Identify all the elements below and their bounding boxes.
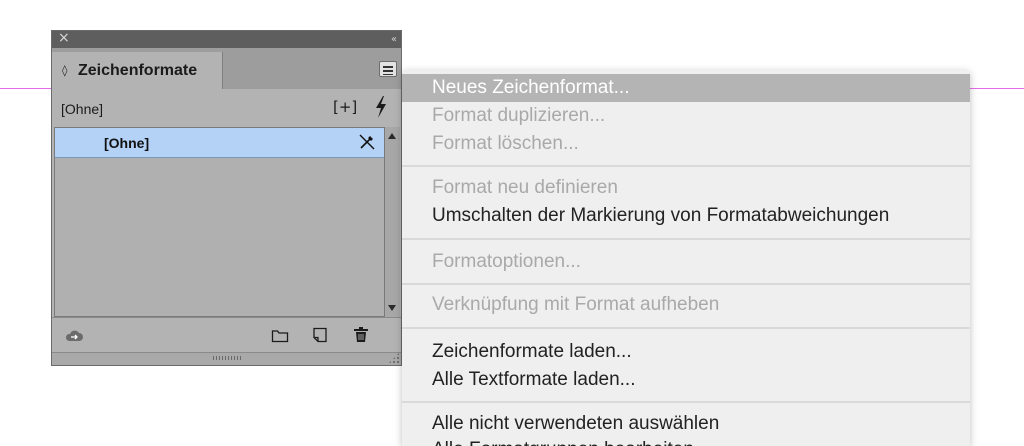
collapse-icon[interactable]: ‹‹ [391,31,397,48]
panel-tabbar: ◊ Zeichenformate [52,48,401,89]
add-to-group-icon[interactable]: [+] [333,98,357,116]
menu-separator [402,283,970,285]
menu-item-delete-style[interactable]: Format löschen... [402,130,970,158]
tab-label: Zeichenformate [78,62,198,79]
folder-icon[interactable] [271,328,289,343]
menu-item-new-character-style[interactable]: Neues Zeichenformat... [402,74,970,102]
menu-separator [402,327,970,329]
menu-item-style-options[interactable]: Formatoptionen... [402,248,970,276]
scroll-down-arrow-icon[interactable] [388,305,396,311]
panel-footer [52,317,401,353]
cloud-sync-icon[interactable] [64,329,84,343]
menu-item-select-all-unused[interactable]: Alle nicht verwendeten auswählen [402,410,970,438]
menu-item-load-character-styles[interactable]: Zeichenformate laden... [402,338,970,366]
panel-menu-button[interactable] [379,61,397,77]
guide-line-right [970,88,1024,89]
character-styles-panel: × ‹‹ ◊ Zeichenformate [Ohne] [+] [Ohne] [51,30,402,366]
trash-icon[interactable] [353,326,369,343]
menu-item-break-link[interactable]: Verknüpfung mit Format aufheben [402,291,970,319]
menu-separator [402,165,970,167]
menu-item-edit-all-style-groups[interactable]: Alle Formatgruppen bearbeiten... [402,436,970,446]
current-style-label: [Ohne] [61,101,104,117]
list-item[interactable]: [Ohne] [55,128,384,158]
close-icon[interactable]: × [58,30,70,47]
tab-zeichenformate[interactable]: ◊ Zeichenformate [52,52,223,89]
new-style-icon[interactable] [312,327,328,343]
list-item-label: [Ohne] [104,135,150,151]
menu-item-duplicate-style[interactable]: Format duplizieren... [402,102,970,130]
lightning-icon[interactable] [374,96,388,118]
resize-grip-icon[interactable] [388,352,400,364]
menu-item-redefine-style[interactable]: Format neu definieren [402,174,970,202]
guide-line-left [0,88,52,89]
menu-separator [402,401,970,403]
grip-handle-icon[interactable] [213,356,241,360]
menu-item-toggle-override-highlight[interactable]: Umschalten der Markierung von Formatabwe… [402,202,970,230]
pen-slash-icon [359,134,375,150]
panel-toolbar: [Ohne] [+] [52,89,401,127]
panel-resize-strip[interactable] [52,352,401,365]
scroll-up-arrow-icon[interactable] [388,133,396,139]
panel-titlebar[interactable]: × ‹‹ [52,30,401,48]
menu-item-load-all-text-styles[interactable]: Alle Textformate laden... [402,366,970,394]
menu-separator [402,238,970,240]
chevron-updown-icon: ◊ [62,64,68,77]
list-scrollbar[interactable] [385,127,400,317]
panel-flyout-menu: Neues Zeichenformat... Format dupliziere… [402,70,970,446]
styles-list[interactable]: [Ohne] [54,127,385,317]
